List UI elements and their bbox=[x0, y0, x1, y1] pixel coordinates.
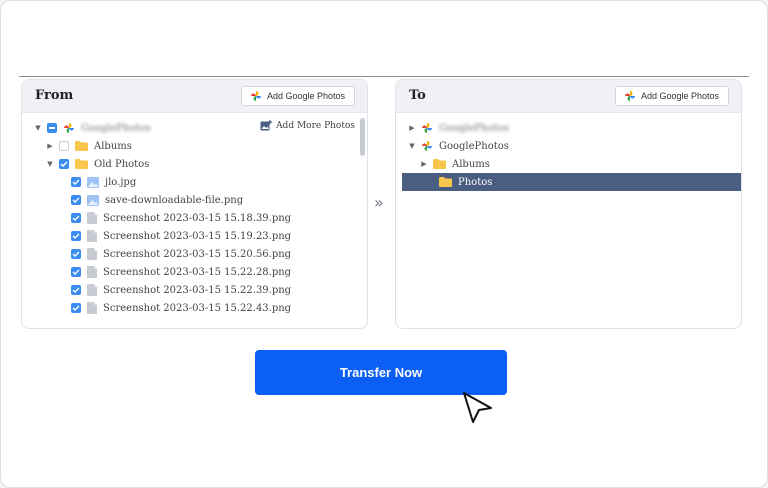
to-tree: ▶ GooglePhotos ▼ GooglePhotos ▶ Albums P… bbox=[396, 113, 741, 191]
caret-right-icon[interactable]: ▶ bbox=[419, 160, 429, 168]
file-row[interactable]: Screenshot 2023-03-15 15.22.28.png bbox=[22, 263, 367, 281]
document-file-icon bbox=[87, 230, 97, 242]
tree-item-label: Old Photos bbox=[94, 158, 150, 170]
top-divider bbox=[19, 76, 749, 77]
from-scrollbar[interactable] bbox=[360, 118, 365, 156]
file-checkbox[interactable] bbox=[71, 267, 81, 277]
image-file-icon bbox=[87, 194, 99, 206]
file-checkbox[interactable] bbox=[71, 231, 81, 241]
file-label: Screenshot 2023-03-15 15.18.39.png bbox=[103, 212, 292, 224]
file-checkbox[interactable] bbox=[71, 195, 81, 205]
caret-right-icon[interactable]: ▶ bbox=[45, 142, 55, 150]
file-row[interactable]: Screenshot 2023-03-15 15.20.56.png bbox=[22, 245, 367, 263]
to-add-google-photos-button[interactable]: Add Google Photos bbox=[614, 86, 729, 106]
image-file-icon bbox=[87, 176, 99, 188]
tree-item-label: Albums bbox=[94, 140, 132, 152]
mouse-pointer-icon bbox=[463, 392, 492, 423]
document-file-icon bbox=[87, 284, 97, 296]
folder-icon bbox=[433, 159, 446, 169]
file-checkbox[interactable] bbox=[71, 303, 81, 313]
to-tree-item-photos-selected[interactable]: Photos bbox=[402, 173, 741, 191]
from-tree: Add More Photos ▼ GooglePhotos ▶ Albums bbox=[22, 113, 367, 317]
caret-right-icon[interactable]: ▶ bbox=[407, 124, 417, 132]
folder-icon bbox=[439, 177, 452, 187]
file-label: jlo.jpg bbox=[105, 176, 137, 188]
google-photos-icon bbox=[422, 123, 432, 133]
to-account-name-2: GooglePhotos bbox=[439, 140, 509, 152]
old-photos-checkbox[interactable] bbox=[59, 159, 69, 169]
transfer-now-button[interactable]: Transfer Now bbox=[255, 350, 507, 395]
account-checkbox[interactable] bbox=[47, 123, 57, 133]
to-account-row-2[interactable]: ▼ GooglePhotos bbox=[396, 137, 741, 155]
file-row[interactable]: jlo.jpg bbox=[22, 173, 367, 191]
caret-down-icon[interactable]: ▼ bbox=[45, 160, 55, 168]
file-label: Screenshot 2023-03-15 15.22.39.png bbox=[103, 284, 292, 296]
from-account-row[interactable]: ▼ GooglePhotos bbox=[22, 119, 367, 137]
from-account-name: GooglePhotos bbox=[81, 122, 151, 134]
file-label: Screenshot 2023-03-15 15.19.23.png bbox=[103, 230, 292, 242]
tree-item-albums[interactable]: ▶ Albums bbox=[22, 137, 367, 155]
caret-down-icon[interactable]: ▼ bbox=[407, 142, 417, 150]
document-file-icon bbox=[87, 302, 97, 314]
to-panel-header: To Add Google Photos bbox=[396, 80, 741, 113]
file-row[interactable]: Screenshot 2023-03-15 15.19.23.png bbox=[22, 227, 367, 245]
file-row[interactable]: save-downloadable-file.png bbox=[22, 191, 367, 209]
file-label: Screenshot 2023-03-15 15.20.56.png bbox=[103, 248, 292, 260]
from-panel-header: From Add Google Photos bbox=[22, 80, 367, 113]
file-label: save-downloadable-file.png bbox=[105, 194, 244, 206]
tree-item-label: Photos bbox=[458, 176, 493, 188]
google-photos-icon bbox=[624, 91, 635, 101]
tree-item-label: Albums bbox=[452, 158, 490, 170]
to-panel: To Add Google Photos ▶ GooglePhotos ▼ Go… bbox=[395, 79, 742, 329]
file-label: Screenshot 2023-03-15 15.22.28.png bbox=[103, 266, 292, 278]
from-panel: From Add Google Photos Add More Photos ▼ bbox=[21, 79, 368, 329]
file-checkbox[interactable] bbox=[71, 213, 81, 223]
file-checkbox[interactable] bbox=[71, 177, 81, 187]
document-file-icon bbox=[87, 212, 97, 224]
to-panel-title: To bbox=[409, 88, 426, 103]
double-chevron-right-icon: » bbox=[374, 193, 384, 212]
google-photos-icon bbox=[422, 141, 432, 151]
google-photos-icon bbox=[64, 123, 74, 133]
from-add-google-photos-label: Add Google Photos bbox=[266, 91, 345, 101]
from-panel-title: From bbox=[35, 88, 74, 103]
document-file-icon bbox=[87, 266, 97, 278]
document-file-icon bbox=[87, 248, 97, 260]
to-tree-item-albums[interactable]: ▶ Albums bbox=[396, 155, 741, 173]
file-checkbox[interactable] bbox=[71, 249, 81, 259]
file-label: Screenshot 2023-03-15 15.22.43.png bbox=[103, 302, 292, 314]
file-row[interactable]: Screenshot 2023-03-15 15.22.39.png bbox=[22, 281, 367, 299]
file-row[interactable]: Screenshot 2023-03-15 15.22.43.png bbox=[22, 299, 367, 317]
from-add-google-photos-button[interactable]: Add Google Photos bbox=[240, 86, 355, 106]
to-add-google-photos-label: Add Google Photos bbox=[640, 91, 719, 101]
caret-down-icon[interactable]: ▼ bbox=[33, 124, 43, 132]
to-account-row-1[interactable]: ▶ GooglePhotos bbox=[396, 119, 741, 137]
file-checkbox[interactable] bbox=[71, 285, 81, 295]
tree-item-old-photos[interactable]: ▼ Old Photos bbox=[22, 155, 367, 173]
file-row[interactable]: Screenshot 2023-03-15 15.18.39.png bbox=[22, 209, 367, 227]
google-photos-icon bbox=[250, 91, 261, 101]
to-account-name-1: GooglePhotos bbox=[439, 122, 509, 134]
folder-icon bbox=[75, 141, 88, 151]
albums-checkbox[interactable] bbox=[59, 141, 69, 151]
folder-icon bbox=[75, 159, 88, 169]
